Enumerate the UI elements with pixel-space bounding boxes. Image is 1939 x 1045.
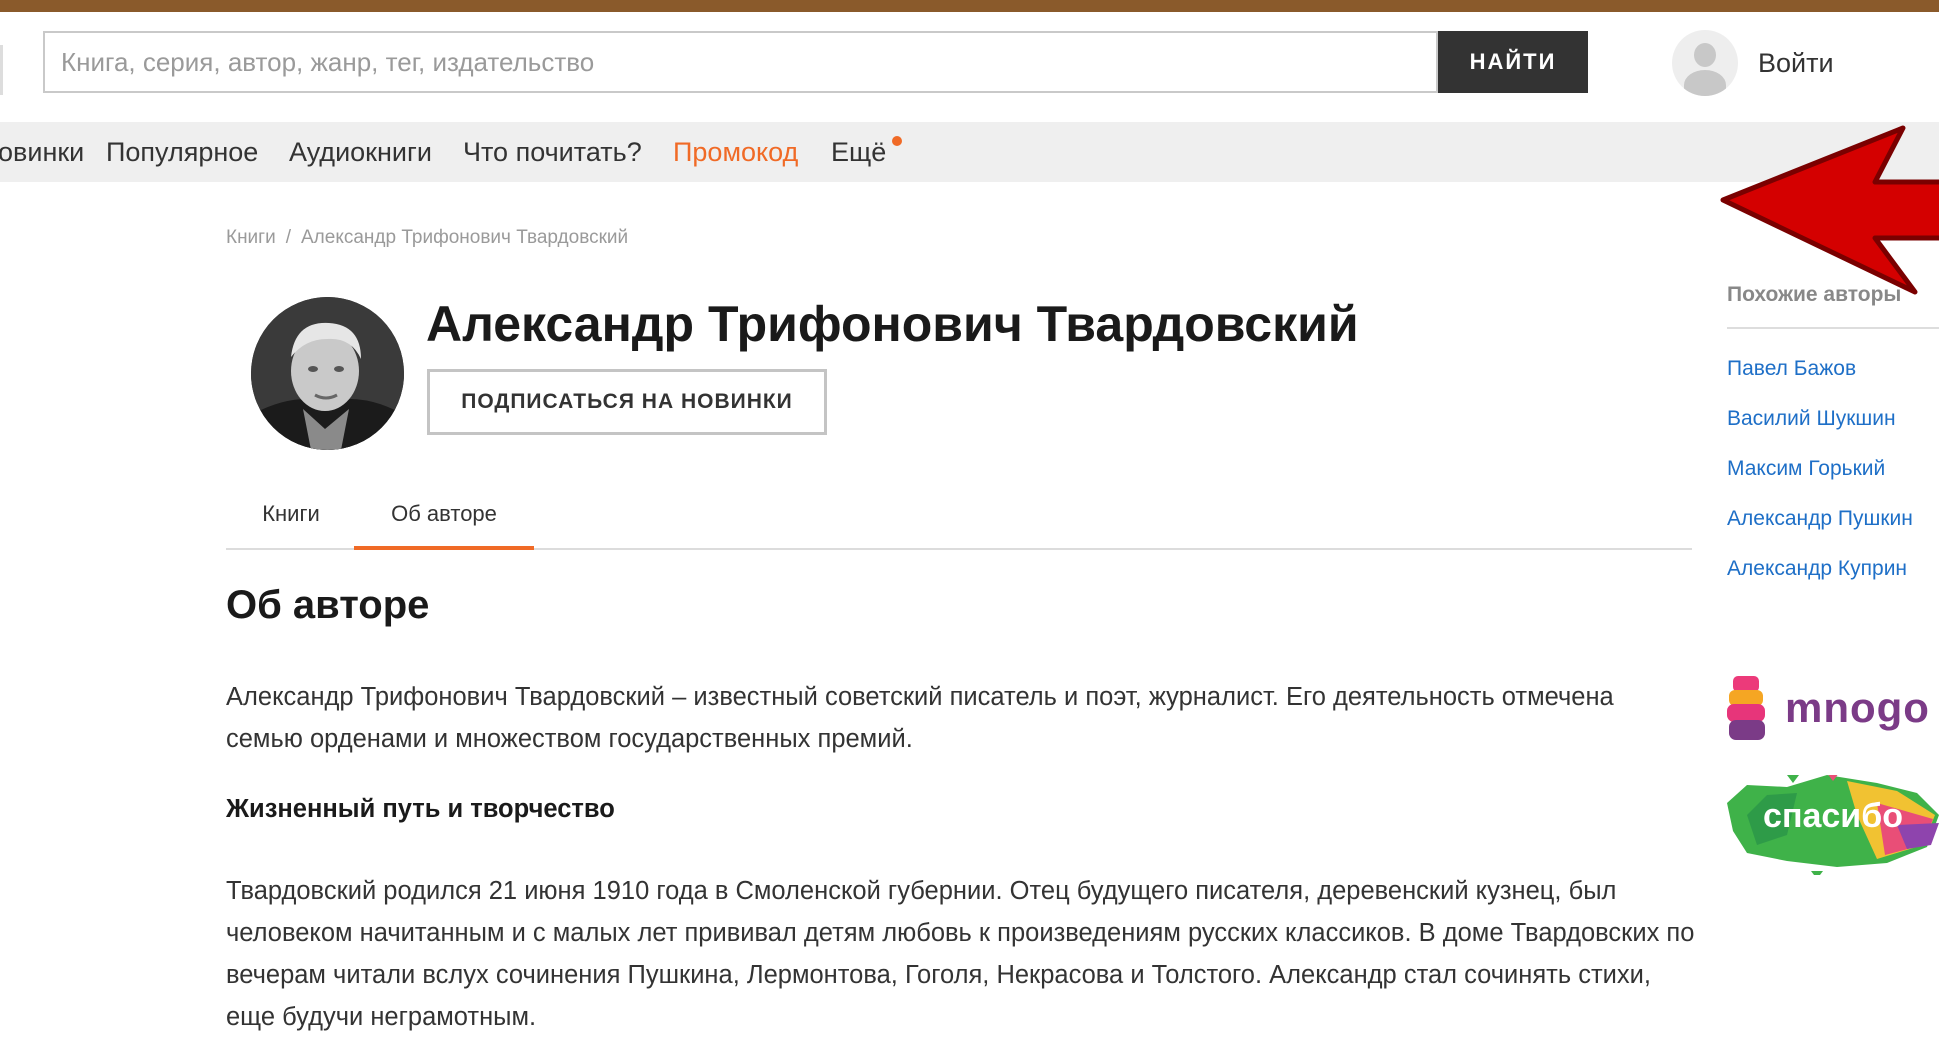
tab-about[interactable]: Об авторе	[354, 488, 534, 550]
nav-item-what-to-read[interactable]: Что почитать?	[463, 122, 642, 182]
login-button[interactable]: Войти	[1672, 30, 1834, 96]
login-label: Войти	[1758, 47, 1834, 78]
breadcrumb: Книги / Александр Трифонович Твардовский	[226, 227, 628, 249]
search-input[interactable]	[43, 31, 1438, 93]
about-subheading: Жизненный путь и творчество	[226, 795, 615, 823]
breadcrumb-books[interactable]: Книги	[226, 227, 276, 248]
nav-item-promocode[interactable]: Промокод	[673, 122, 798, 182]
top-stripe	[0, 0, 1939, 12]
nav-item-audiobooks[interactable]: Аудиокниги	[289, 122, 432, 182]
breadcrumb-author[interactable]: Александр Трифонович Твардовский	[301, 227, 628, 248]
similar-authors-title: Похожие авторы	[1727, 283, 1902, 306]
main-nav: овинки Популярное Аудиокниги Что почитат…	[0, 122, 1939, 182]
author-name: Александр Трифонович Твардовский	[426, 296, 1359, 352]
mnogo-logo[interactable]: mnogo	[1727, 674, 1930, 742]
similar-author-link[interactable]: Василий Шукшин	[1727, 407, 1896, 431]
similar-author-link[interactable]: Александр Пушкин	[1727, 507, 1913, 531]
author-portrait	[251, 297, 404, 450]
spasibo-text: спасибо	[1763, 797, 1903, 835]
tab-books[interactable]: Книги	[226, 488, 356, 546]
user-avatar-icon	[1672, 30, 1738, 96]
nav-item-more[interactable]: Ещё	[831, 122, 886, 182]
subscribe-button[interactable]: ПОДПИСАТЬСЯ НА НОВИНКИ	[427, 369, 827, 435]
nav-item-popular[interactable]: Популярное	[106, 122, 258, 182]
search-button[interactable]: НАЙТИ	[1438, 31, 1588, 93]
annotation-arrow-icon	[1720, 125, 1939, 295]
similar-author-link[interactable]: Александр Куприн	[1727, 557, 1907, 581]
spasibo-logo[interactable]: спасибо	[1727, 775, 1939, 875]
about-title: Об авторе	[226, 583, 430, 627]
about-intro: Александр Трифонович Твардовский – извес…	[226, 683, 1614, 753]
about-body: Твардовский родился 21 июня 1910 года в …	[226, 877, 1695, 1031]
notification-dot	[892, 136, 902, 146]
author-tabs: Книги Об авторе	[226, 488, 1692, 550]
nav-item-new[interactable]: овинки	[0, 122, 84, 182]
breadcrumb-separator: /	[285, 227, 291, 248]
divider	[1727, 327, 1939, 329]
similar-author-link[interactable]: Павел Бажов	[1727, 357, 1856, 381]
logo-stub	[0, 45, 3, 95]
mnogo-text: mnogo	[1785, 684, 1930, 731]
similar-author-link[interactable]: Максим Горький	[1727, 457, 1885, 481]
mnogo-mark-icon	[1727, 676, 1765, 740]
